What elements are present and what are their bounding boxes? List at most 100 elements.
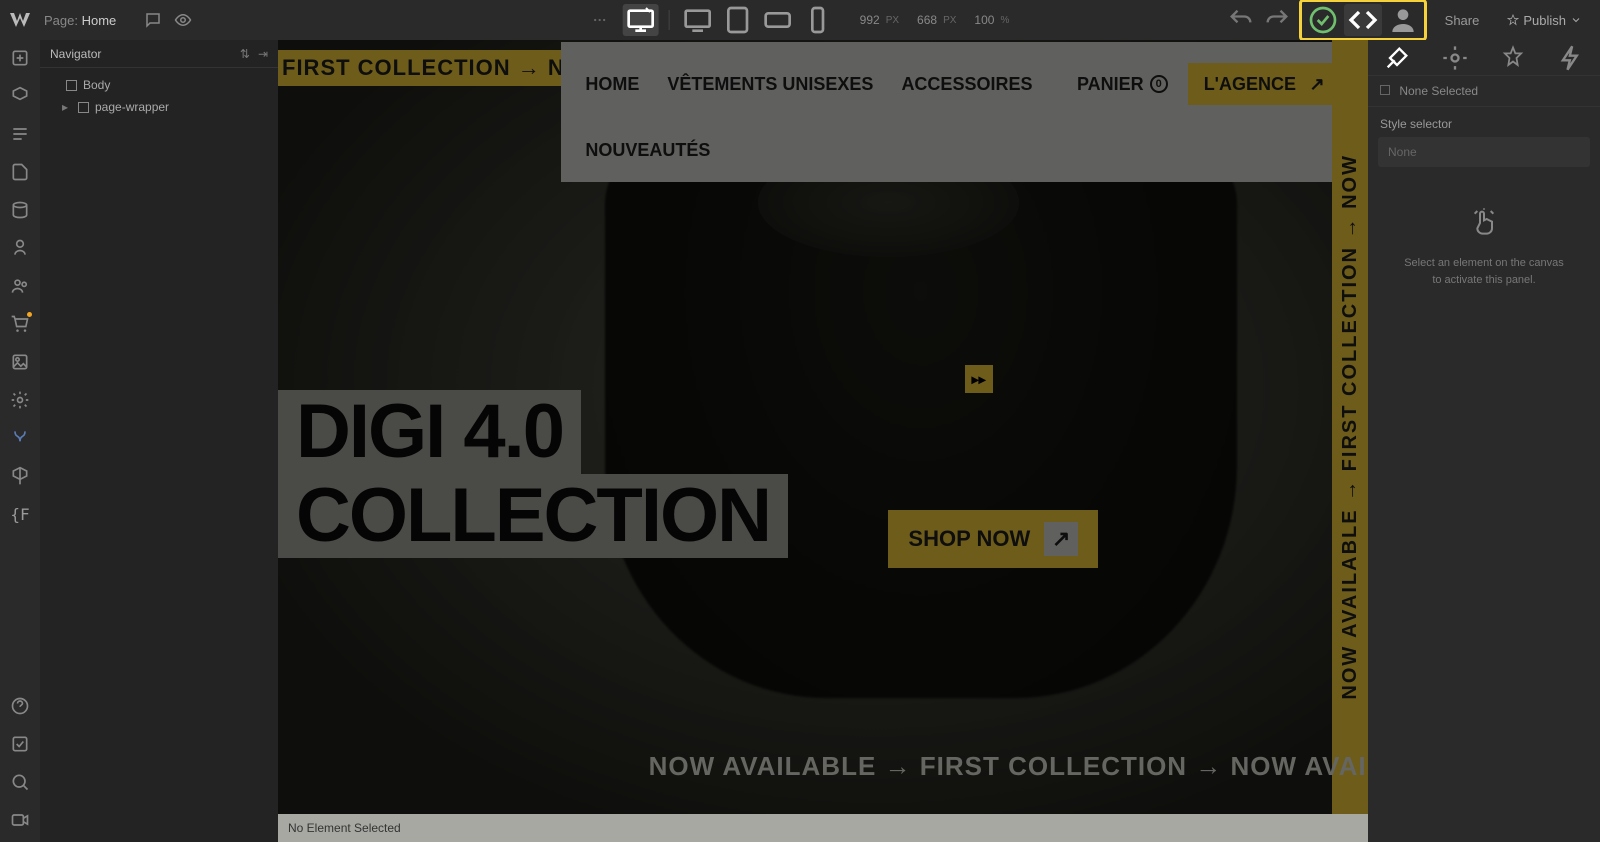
tablet-view[interactable] — [720, 4, 756, 36]
style-selector-placeholder: None — [1388, 145, 1417, 159]
publish-button[interactable]: Publish — [1497, 7, 1592, 34]
assets-icon[interactable] — [10, 238, 30, 258]
export-code-button[interactable] — [1344, 4, 1382, 36]
page-prefix: Page: — [44, 13, 78, 28]
topbar-left: Page: Home — [8, 8, 192, 32]
canvas[interactable]: ▸▸ FIRST COLLECTION → N HOME VÊTEMENTS U… — [278, 40, 1368, 814]
help-icon[interactable] — [10, 696, 30, 716]
undo-button[interactable] — [1227, 6, 1255, 34]
settings-tab-icon[interactable] — [1441, 44, 1469, 72]
shirt-brand-logo-icon: ▸▸ — [965, 365, 993, 393]
logic-icon[interactable] — [10, 428, 30, 448]
expand-icon[interactable]: ⇅ — [240, 47, 250, 61]
variables-icon[interactable]: {F — [10, 504, 30, 524]
nav-vetements[interactable]: VÊTEMENTS UNISEXES — [667, 74, 873, 95]
nav-home[interactable]: HOME — [585, 74, 639, 95]
marquee-right-text: NOW AVAILABLE → FIRST COLLECTION → NOW — [1339, 154, 1362, 700]
cms-icon[interactable] — [10, 200, 30, 220]
element-box-icon — [66, 80, 77, 91]
hero-heading: DIGI 4.0 COLLECTION — [278, 390, 788, 558]
page-indicator[interactable]: Page: Home — [44, 13, 116, 28]
canvas-width[interactable]: 992 — [860, 13, 880, 27]
navigator-panel: Navigator ⇅ ⇥ Body ▸ page-wrapper — [40, 40, 278, 842]
element-box-icon — [1380, 85, 1390, 95]
topbar: Page: Home 992 PX 668 PX 100 % — [0, 0, 1600, 40]
tree-label: page-wrapper — [95, 100, 169, 114]
webflow-logo-icon[interactable] — [8, 8, 32, 32]
apps-icon[interactable] — [10, 466, 30, 486]
cart-label: PANIER — [1077, 74, 1144, 95]
topbar-right: Export code Share Publish — [1227, 0, 1592, 41]
more-icon[interactable] — [591, 11, 609, 29]
pct-unit: % — [1000, 15, 1009, 26]
canvas-zoom[interactable]: 100 — [974, 13, 994, 27]
navigator-icon[interactable] — [10, 124, 30, 144]
nav-nouveautes[interactable]: NOUVEAUTÉS — [585, 140, 710, 160]
pages-icon[interactable] — [10, 162, 30, 182]
marquee-right: NOW AVAILABLE → FIRST COLLECTION → NOW — [1332, 40, 1368, 814]
style-selector-input[interactable]: None — [1378, 137, 1590, 167]
search-icon[interactable] — [10, 772, 30, 792]
export-highlight: Export code — [1299, 0, 1427, 41]
canvas-wrap: ▸▸ FIRST COLLECTION → N HOME VÊTEMENTS U… — [278, 40, 1368, 842]
tree-label: Body — [83, 78, 110, 92]
element-box-icon — [78, 102, 89, 113]
audit-status-icon[interactable] — [1304, 4, 1342, 36]
audit-icon[interactable] — [10, 734, 30, 754]
interactions-tab-icon[interactable] — [1557, 44, 1585, 72]
breakpoint-controls: 992 PX 668 PX 100 % — [591, 4, 1010, 36]
image-assets-icon[interactable] — [10, 352, 30, 372]
arrow-up-right-icon: ↗ — [1044, 522, 1078, 556]
cart-count-icon: 0 — [1150, 75, 1168, 93]
share-button[interactable]: Share — [1435, 7, 1490, 34]
canvas-height[interactable]: 668 — [917, 13, 937, 27]
mobile-view[interactable] — [800, 4, 836, 36]
hero-line-2: COLLECTION — [278, 474, 788, 558]
collapse-icon[interactable]: ⇥ — [258, 47, 268, 61]
desktop-large-view[interactable] — [623, 4, 659, 36]
arrow-up-right-icon: ↗ — [1306, 73, 1328, 95]
style-tab-icon[interactable] — [1383, 44, 1411, 72]
ecommerce-icon[interactable] — [10, 314, 30, 334]
style-manager-tab-icon[interactable] — [1499, 44, 1527, 72]
account-icon[interactable] — [1384, 4, 1422, 36]
caret-icon[interactable]: ▸ — [62, 100, 72, 114]
users-icon[interactable] — [10, 276, 30, 296]
right-panel-tabs — [1368, 40, 1600, 76]
redo-button[interactable] — [1263, 6, 1291, 34]
px-unit: PX — [943, 15, 956, 26]
preview-icon[interactable] — [174, 11, 192, 29]
comment-icon[interactable] — [144, 11, 162, 29]
video-icon[interactable] — [10, 810, 30, 830]
topbar-page-icons — [144, 11, 192, 29]
rail-bottom — [10, 696, 30, 830]
marquee-bottom: NOW AVAILABLE → FIRST COLLECTION → NOW A… — [649, 751, 1332, 782]
shop-now-button[interactable]: SHOP NOW ↗ — [888, 510, 1098, 568]
px-unit: PX — [886, 15, 899, 26]
nav-accessoires[interactable]: ACCESSOIRES — [901, 74, 1032, 95]
components-icon[interactable] — [10, 86, 30, 106]
left-rail: {F — [0, 40, 40, 842]
empty-line-2: to activate this panel. — [1380, 272, 1588, 289]
mobile-landscape-view[interactable] — [760, 4, 796, 36]
empty-line-1: Select an element on the canvas — [1380, 255, 1588, 272]
hero-line-1: DIGI 4.0 — [278, 390, 581, 474]
site-header-right: PANIER 0 L'AGENCE ↗ — [1077, 63, 1344, 105]
selected-element-label: None Selected — [1399, 84, 1478, 98]
status-bar: No Element Selected — [278, 814, 1368, 842]
style-selector-label: Style selector — [1368, 107, 1600, 137]
selected-element-row: None Selected — [1368, 76, 1600, 107]
cart-button[interactable]: PANIER 0 — [1077, 74, 1168, 95]
tree-item-body[interactable]: Body — [40, 74, 278, 96]
site-header: HOME VÊTEMENTS UNISEXES ACCESSOIRES PANI… — [561, 42, 1368, 182]
navigator-tree: Body ▸ page-wrapper — [40, 68, 278, 124]
style-panel: None Selected Style selector None Select… — [1368, 40, 1600, 842]
desktop-view[interactable] — [680, 4, 716, 36]
agence-label: L'AGENCE — [1204, 74, 1296, 95]
agence-button[interactable]: L'AGENCE ↗ — [1188, 63, 1344, 105]
settings-icon[interactable] — [10, 390, 30, 410]
add-element-icon[interactable] — [10, 48, 30, 68]
navigator-title: Navigator — [50, 47, 101, 61]
view-separator — [669, 10, 670, 30]
tree-item-page-wrapper[interactable]: ▸ page-wrapper — [40, 96, 278, 118]
